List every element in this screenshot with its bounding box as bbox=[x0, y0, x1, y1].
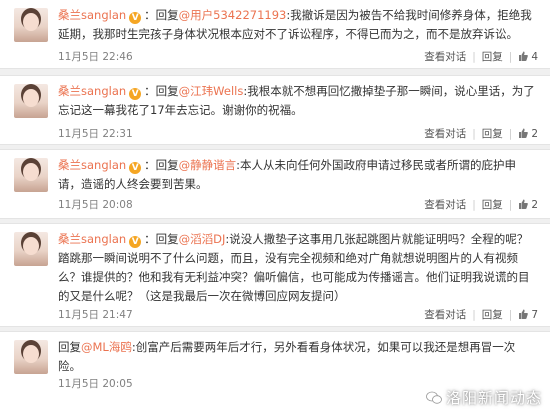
comment-text-block: 桑兰sanglan V ：回复@江玮Wells:我根本就不想再回忆撒掉垫子那一瞬间，… bbox=[58, 82, 538, 120]
like-thumb-icon[interactable] bbox=[518, 309, 529, 319]
like-count: 2 bbox=[531, 128, 538, 140]
reply-link[interactable]: 回复 bbox=[482, 309, 503, 321]
comment-text-block: 回复@ML海鸥:创富产后需要两年后才行，另外看看身体状况，如果可以我还是想再冒一… bbox=[58, 338, 538, 376]
comment-time[interactable]: 11月5日 20:05 bbox=[58, 376, 133, 391]
watermark: 洛阳新闻动态 bbox=[426, 387, 542, 408]
username-link[interactable]: 桑兰sanglan bbox=[58, 84, 126, 98]
comment-separator: ： bbox=[144, 158, 156, 172]
comment-text-block: 桑兰sanglan V ：回复@静静谐言:本人从未向任何外国政府申请过移民或者所谓的… bbox=[58, 156, 538, 194]
comment-actions: 查看对话 | 回复 | 7 bbox=[424, 309, 538, 321]
watermark-text: 洛阳新闻动态 bbox=[445, 389, 542, 407]
verified-badge-icon: V bbox=[129, 236, 142, 248]
comment-time[interactable]: 11月5日 22:46 bbox=[58, 49, 133, 64]
comment-actions: 查看对话 | 回复 | 2 bbox=[424, 128, 538, 140]
comment-actions: 查看对话 | 回复 | 4 bbox=[424, 51, 538, 63]
username-link[interactable]: 桑兰sanglan bbox=[58, 8, 126, 22]
like-count: 7 bbox=[531, 309, 538, 321]
comment-card: 桑兰sanglan V ：回复@江玮Wells:我根本就不想再回忆撒掉垫子那一瞬间，… bbox=[0, 76, 550, 144]
reply-prefix: 回复 bbox=[155, 84, 179, 98]
view-conversation-link[interactable]: 查看对话 bbox=[424, 309, 466, 321]
comment-card: 回复@ML海鸥:创富产后需要两年后才行，另外看看身体状况，如果可以我还是想再冒一… bbox=[0, 332, 550, 412]
comment-card: 桑兰sanglan V ：回复@用户5342271193:我撤诉是因为被告不给我时间… bbox=[0, 0, 550, 68]
reply-prefix: 回复 bbox=[155, 158, 179, 172]
verified-badge-icon: V bbox=[129, 162, 142, 174]
comment-text-block: 桑兰sanglan V ：回复@滔滔DJ:说没人撒垫子这事用几张起跳图片就能证明吗？… bbox=[58, 230, 538, 306]
reply-prefix: 回复 bbox=[155, 8, 179, 22]
comment-body: :我撤诉是因为被告不给我时间修养身体，拒绝我延期，我那时生完孩子身体状况根本应对… bbox=[58, 8, 532, 41]
avatar[interactable] bbox=[14, 158, 48, 192]
like-count: 4 bbox=[531, 51, 538, 63]
mention-link[interactable]: @用户5342271193 bbox=[179, 8, 287, 22]
comment-time[interactable]: 11月5日 22:31 bbox=[58, 126, 133, 141]
like-thumb-icon[interactable] bbox=[518, 199, 529, 209]
reply-prefix: 回复 bbox=[155, 232, 179, 246]
view-conversation-link[interactable]: 查看对话 bbox=[424, 51, 466, 63]
avatar[interactable] bbox=[14, 232, 48, 266]
comment-card: 桑兰sanglan V ：回复@滔滔DJ:说没人撒垫子这事用几张起跳图片就能证明吗？… bbox=[0, 224, 550, 326]
mention-link[interactable]: @静静谐言 bbox=[179, 158, 237, 172]
view-conversation-link[interactable]: 查看对话 bbox=[424, 199, 466, 211]
avatar[interactable] bbox=[14, 8, 48, 42]
mention-link[interactable]: @ML海鸥 bbox=[81, 340, 132, 354]
verified-badge-icon: V bbox=[129, 88, 142, 100]
comment-card: 桑兰sanglan V ：回复@静静谐言:本人从未向任何外国政府申请过移民或者所谓的… bbox=[0, 150, 550, 218]
comment-body: :我根本就不想再回忆撒掉垫子那一瞬间，说心里话，为了忘记这一幕我花了17年去忘记… bbox=[58, 84, 535, 117]
comment-feed: 桑兰sanglan V ：回复@用户5342271193:我撤诉是因为被告不给我时间… bbox=[0, 0, 550, 412]
like-count: 2 bbox=[531, 199, 538, 211]
comment-separator: ： bbox=[144, 232, 156, 246]
avatar[interactable] bbox=[14, 340, 48, 374]
reply-link[interactable]: 回复 bbox=[482, 199, 503, 211]
wechat-icon bbox=[426, 391, 442, 404]
username-link[interactable]: 桑兰sanglan bbox=[58, 232, 126, 246]
like-thumb-icon[interactable] bbox=[518, 128, 529, 138]
verified-badge-icon: V bbox=[129, 12, 142, 24]
mention-link[interactable]: @滔滔DJ bbox=[179, 232, 226, 246]
like-thumb-icon[interactable] bbox=[518, 51, 529, 61]
comment-separator: ： bbox=[144, 84, 156, 98]
avatar[interactable] bbox=[14, 84, 48, 118]
comment-body: :本人从未向任何外国政府申请过移民或者所谓的庇护申请，造谣的人终会要到苦果。 bbox=[58, 158, 517, 191]
reply-prefix: 回复 bbox=[58, 340, 81, 354]
comment-time[interactable]: 11月5日 21:47 bbox=[58, 307, 133, 322]
mention-link[interactable]: @江玮Wells bbox=[179, 84, 244, 98]
comment-text-block: 桑兰sanglan V ：回复@用户5342271193:我撤诉是因为被告不给我时间… bbox=[58, 6, 538, 44]
reply-link[interactable]: 回复 bbox=[482, 51, 503, 63]
reply-link[interactable]: 回复 bbox=[482, 128, 503, 140]
comment-separator: ： bbox=[144, 8, 156, 22]
view-conversation-link[interactable]: 查看对话 bbox=[424, 128, 466, 140]
comment-actions: 查看对话 | 回复 | 2 bbox=[424, 199, 538, 211]
username-link[interactable]: 桑兰sanglan bbox=[58, 158, 126, 172]
comment-time[interactable]: 11月5日 20:08 bbox=[58, 197, 133, 212]
